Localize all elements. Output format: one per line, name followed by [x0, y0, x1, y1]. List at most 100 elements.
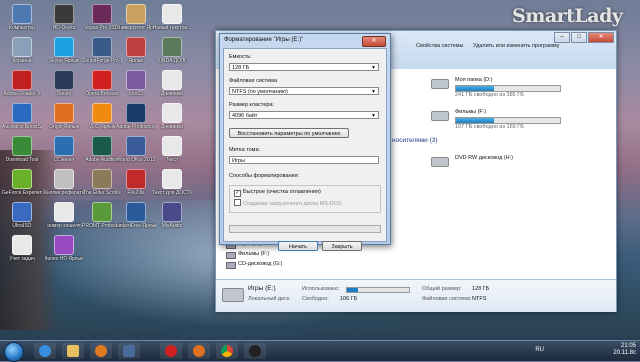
desktop-icon[interactable]: Ярлык — [116, 37, 156, 64]
system-properties-link[interactable]: Свойства системы — [416, 43, 464, 49]
media-player-icon — [95, 345, 107, 357]
start-button[interactable]: Начать — [278, 241, 318, 251]
format-options-group: ✓ Быстрое (очистка оглавления) Создание з… — [229, 185, 381, 213]
desktop-icon-label: Origin Ярлык — [49, 124, 79, 130]
desktop-icon-label: Компьютер — [9, 25, 35, 31]
details-usage-bar — [346, 287, 410, 293]
filesystem-value: NTFS (по умолчанию) — [232, 89, 288, 95]
tree-item-cd[interactable]: CD-дисковод (G:) — [226, 261, 282, 271]
app-shortcut-icon — [12, 4, 32, 24]
tree-item-films[interactable]: Фильмы (F:) — [226, 251, 282, 261]
desktop-icon-label: номер кошеля — [47, 223, 81, 229]
desktop-icon[interactable]: Steam — [44, 70, 84, 97]
desktop-icon-label: Auslogics BoostSpeed — [2, 124, 42, 130]
desktop-icon-label: Download Tool — [5, 157, 39, 163]
start-button-icon[interactable] — [4, 342, 24, 362]
desktop-icon[interactable]: KINDA ДОЛГ — [152, 37, 192, 64]
desktop-icon[interactable]: UltraISO — [2, 202, 42, 229]
desktop-icon-label: Текст — [165, 157, 179, 163]
desktop-icon[interactable]: Компьютер — [2, 4, 42, 31]
taskbar-explorer[interactable] — [62, 343, 84, 359]
taskbar-recorder[interactable] — [244, 343, 266, 359]
volume-label-input[interactable]: Игры — [229, 156, 379, 164]
desktop-icon[interactable]: Кнопки реферата — [44, 169, 84, 196]
desktop-icon[interactable]: Download Tool — [2, 136, 42, 163]
desktop-icon[interactable]: Текст для ДОСТУПНОСТИ — [152, 169, 192, 196]
desktop-icon[interactable]: Adobe Photoshop — [116, 103, 156, 130]
app-shortcut-icon — [54, 169, 74, 189]
desktop-icon-label: Дневники — [160, 91, 184, 97]
taskbar-chrome[interactable] — [216, 343, 238, 359]
desktop-icon[interactable]: GeForce Experience — [2, 169, 42, 196]
desktop-icon[interactable]: Auslogics BoostSpeed — [2, 103, 42, 130]
app-shortcut-icon — [92, 37, 112, 57]
maximize-button[interactable]: □ — [571, 32, 587, 43]
capacity-select[interactable]: 128 ГБ ▼ — [229, 63, 379, 71]
close-window-button[interactable]: ✕ — [588, 32, 614, 43]
desktop-icon-label: Ярлык — [128, 58, 144, 64]
uninstall-program-link[interactable]: Удалить или изменить программу — [473, 43, 559, 49]
desktop-icon[interactable]: Университет Ярлык — [116, 4, 156, 31]
app-shortcut-icon — [126, 37, 146, 57]
language-indicator[interactable]: RU — [535, 347, 544, 353]
minimize-button[interactable]: – — [554, 32, 570, 43]
dialog-close-icon[interactable]: ✕ — [362, 36, 386, 47]
desktop-icon[interactable]: CCleaner — [44, 136, 84, 163]
desktop-icon-label: Кнопки реферата — [44, 190, 84, 196]
taskbar: RU 21:05 20.11.8с — [0, 340, 640, 362]
quick-format-checkbox[interactable]: ✓ Быстрое (очистка оглавления) — [234, 189, 321, 197]
taskbar-opera[interactable] — [160, 343, 182, 359]
details-usage-fill — [347, 288, 358, 292]
taskbar-ie[interactable] — [34, 343, 56, 359]
restore-defaults-button[interactable]: Восстановить параметры по умолчанию — [229, 128, 349, 138]
desktop-icon[interactable]: LinkedFree Ярлык — [116, 202, 156, 229]
desktop-icon-label: Учет задач — [9, 256, 35, 262]
taskbar-media[interactable] — [90, 343, 112, 359]
desktop-icon-label: Steam — [56, 91, 72, 97]
desktop-icon[interactable]: Adobe Reader X — [2, 70, 42, 97]
chevron-down-icon: ▼ — [371, 113, 376, 119]
desktop-icon-label: World Ofice 2013 — [116, 157, 156, 163]
desktop-icon-label: Текст для ДОСТУПНОСТИ — [152, 190, 192, 196]
taskbar-app[interactable] — [118, 343, 140, 359]
recorder-icon — [249, 345, 261, 357]
taskbar-firefox[interactable] — [188, 343, 210, 359]
app-shortcut-icon — [12, 136, 32, 156]
desktop-icon[interactable]: Корзина — [2, 37, 42, 64]
desktop-icon[interactable]: Новый текстов... — [152, 4, 192, 31]
clock[interactable]: 21:05 20.11.8с — [613, 343, 636, 357]
quick-format-label: Быстрое (очистка оглавления) — [243, 189, 321, 195]
desktop-icon[interactable]: Skype Ярлык — [44, 37, 84, 64]
app-icon — [123, 345, 135, 357]
desktop-icon[interactable]: HD-Decks — [44, 4, 84, 31]
desktop-icon[interactable]: FileZilla — [116, 169, 156, 196]
cluster-select[interactable]: 4096 байт ▼ — [229, 111, 379, 119]
chevron-down-icon: ▼ — [371, 89, 376, 95]
desktop-icon[interactable]: Дневники — [152, 70, 192, 97]
msdos-disk-checkbox[interactable]: Создание загрузочного диска MS-DOS — [234, 199, 342, 207]
desktop-icon[interactable]: World Ofice 2013 — [116, 136, 156, 163]
desktop-icon[interactable]: Учет задач — [2, 235, 42, 262]
command-bar: Свойства системы Удалить или изменить пр… — [416, 43, 568, 53]
app-shortcut-icon — [126, 70, 146, 90]
app-shortcut-icon — [162, 169, 182, 189]
chrome-icon — [221, 345, 233, 357]
close-button[interactable]: Закрыть — [322, 241, 362, 251]
app-shortcut-icon — [92, 169, 112, 189]
desktop-icon[interactable]: Дневники — [152, 103, 192, 130]
format-options-label: Способы форматирования: — [229, 173, 300, 179]
desktop-icon[interactable]: Текст — [152, 136, 192, 163]
dialog-title: Форматирование "Игры (E:)" — [224, 37, 304, 43]
desktop-icon-label: KINDA ДОЛГ — [157, 58, 187, 64]
details-fs-value: NTFS — [472, 296, 487, 302]
desktop-icon[interactable]: Origin Ярлык — [44, 103, 84, 130]
desktop-icon[interactable]: Itunes HD Ярлык — [44, 235, 84, 262]
filesystem-select[interactable]: NTFS (по умолчанию) ▼ — [229, 87, 379, 95]
app-shortcut-icon — [126, 169, 146, 189]
desktop-icon[interactable]: номер кошеля — [44, 202, 84, 229]
chevron-down-icon: ▼ — [371, 65, 376, 71]
desktop-icon[interactable]: foto62 — [116, 70, 156, 97]
desktop-icon[interactable]: MixAudio — [152, 202, 192, 229]
drive-name: Моя папка (D:) — [455, 77, 493, 83]
details-pane: Игры (E:) Локальный диск Использовано: С… — [216, 279, 616, 312]
